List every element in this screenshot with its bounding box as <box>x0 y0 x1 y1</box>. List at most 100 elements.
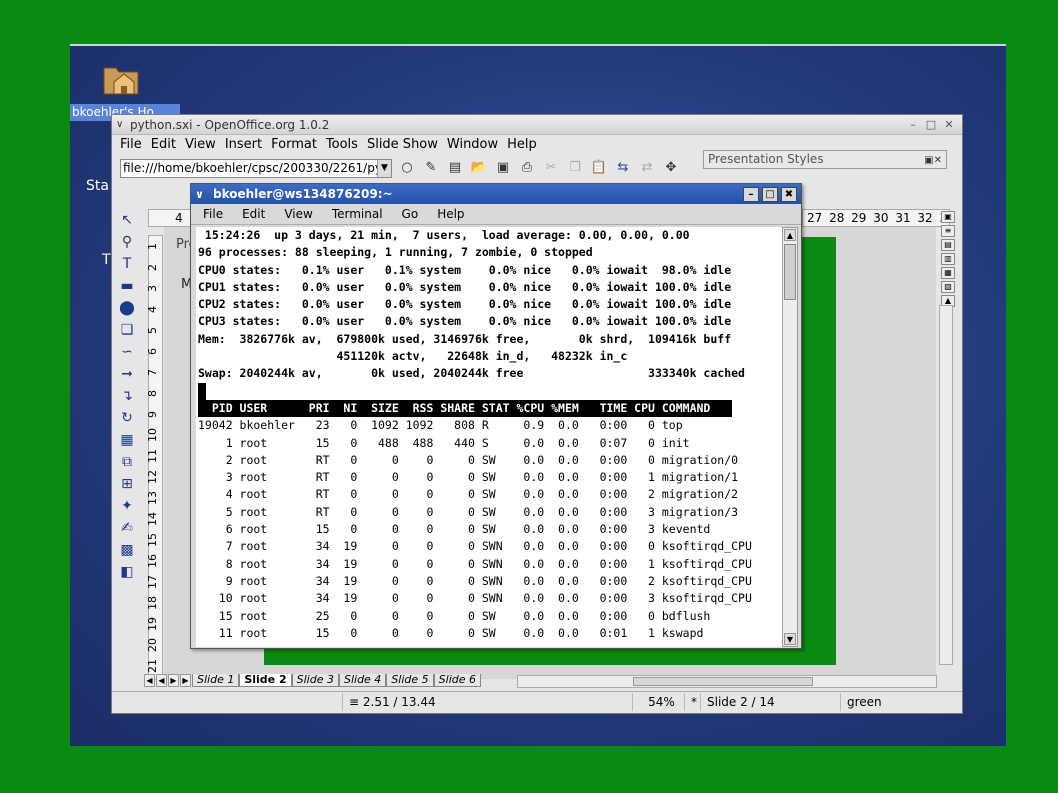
scroll-thumb[interactable] <box>633 677 813 686</box>
menu-tools[interactable]: Tools <box>326 137 358 152</box>
terminal-menu-go[interactable]: Go <box>402 207 419 221</box>
handout-view-icon[interactable]: ▦ <box>941 267 955 279</box>
terminal-menu-terminal[interactable]: Terminal <box>332 207 383 221</box>
status-layout: green <box>840 692 952 711</box>
window-menu-chevron-icon[interactable]: ∨ <box>116 119 130 130</box>
presentation-styles-panel[interactable]: Presentation Styles ▣✕ <box>703 150 947 169</box>
next-slide-icon[interactable]: ▶ <box>168 674 179 687</box>
top-cpu0-line: CPU0 states: 0.1% user 0.1% system 0.0% … <box>198 262 732 277</box>
insert-icon[interactable]: ⊞ <box>118 475 136 493</box>
tab-slide-1[interactable]: Slide 1 <box>192 674 240 687</box>
home-folder-icon[interactable] <box>100 58 142 98</box>
url-dropdown-icon[interactable]: ▼ <box>377 159 391 177</box>
edit-file-icon[interactable]: ✎ <box>422 159 440 177</box>
terminal-menu-file[interactable]: File <box>203 207 223 221</box>
tab-slide-4[interactable]: Slide 4 <box>338 674 387 687</box>
rectangle-tool-icon[interactable]: ▬ <box>118 277 136 295</box>
slide-show-icon[interactable]: ◧ <box>118 563 136 581</box>
menu-file[interactable]: File <box>120 137 142 152</box>
tab-slide-6[interactable]: Slide 6 <box>433 674 481 687</box>
zoom-icon[interactable]: ⚲ <box>118 233 136 251</box>
menu-insert[interactable]: Insert <box>225 137 262 152</box>
menu-help[interactable]: Help <box>507 137 537 152</box>
tab-slide-2[interactable]: Slide 2 <box>239 674 292 687</box>
terminal-menu-view[interactable]: View <box>284 207 312 221</box>
panel-close-icon[interactable]: ▣✕ <box>924 152 942 169</box>
impress-titlebar[interactable]: ∨ python.sxi - OpenOffice.org 1.0.2 – □ … <box>112 115 962 135</box>
terminal-window-menu-icon[interactable]: ∨ <box>195 188 213 201</box>
terminal-minimize-icon[interactable]: – <box>743 186 759 202</box>
tab-slide-5[interactable]: Slide 5 <box>386 674 434 687</box>
curve-tool-icon[interactable]: ∽ <box>118 343 136 361</box>
3d-object-icon[interactable]: ❏ <box>118 321 136 339</box>
top-cpu1-line: CPU1 states: 0.0% user 0.0% system 0.0% … <box>198 279 732 294</box>
ellipse-tool-icon[interactable]: ⬤ <box>118 299 136 317</box>
terminal-cursor <box>198 382 206 400</box>
view-mode-icon[interactable]: ▣ <box>941 211 955 223</box>
menu-edit[interactable]: Edit <box>151 137 176 152</box>
terminal-titlebar[interactable]: ∨ bkoehler@ws134876209:~ – □ ✖ <box>191 184 801 204</box>
close-icon[interactable]: ✕ <box>942 118 956 132</box>
alignment-icon[interactable]: ▦ <box>118 431 136 449</box>
vertical-scrollbar[interactable] <box>939 305 953 665</box>
first-slide-icon[interactable]: ◀ <box>144 674 155 687</box>
tab-slide-3[interactable]: Slide 3 <box>291 674 339 687</box>
top-swap-line: Swap: 2040244k av, 0k used, 2040244k fre… <box>198 366 745 381</box>
undo-icon[interactable]: ⇆ <box>614 159 632 177</box>
rotate-icon[interactable]: ↻ <box>118 409 136 427</box>
maximize-icon[interactable]: □ <box>924 118 938 132</box>
terminal-scroll-thumb[interactable] <box>784 244 796 300</box>
process-row: 5 root RT 0 0 0 0 SW 0.0 0.0 0:00 3 migr… <box>198 504 739 519</box>
scroll-down-arrow-icon[interactable]: ▼ <box>784 633 796 645</box>
last-slide-icon[interactable]: ▶ <box>180 674 191 687</box>
notes-view-icon[interactable]: ▥ <box>941 253 955 265</box>
terminal-screen[interactable]: 15:24:26 up 3 days, 21 min, 7 users, loa… <box>196 227 782 647</box>
status-modified: * <box>684 692 700 711</box>
select-arrow-icon[interactable]: ↖ <box>118 211 136 229</box>
horizontal-ruler-right: 27 28 29 30 31 32 33 <box>802 209 950 227</box>
redo-icon[interactable]: ⇄ <box>638 159 656 177</box>
navigator-icon[interactable]: ✥ <box>662 159 680 177</box>
terminal-close-icon[interactable]: ✖ <box>781 186 797 202</box>
line-arrow-icon[interactable]: ➞ <box>118 365 136 383</box>
url-field[interactable]: file:///home/bkoehler/cpsc/200330/2261/p… <box>120 158 392 178</box>
menu-format[interactable]: Format <box>271 137 317 152</box>
process-row: 8 root 34 19 0 0 0 SWN 0.0 0.0 0:00 1 ks… <box>198 556 752 571</box>
terminal-menu-edit[interactable]: Edit <box>242 207 265 221</box>
slide-view-icon[interactable]: ▤ <box>941 239 955 251</box>
prev-slide-icon[interactable]: ◀ <box>156 674 167 687</box>
menu-view[interactable]: View <box>185 137 216 152</box>
sorter-view-icon[interactable]: ▧ <box>941 281 955 293</box>
effects-icon[interactable]: ✦ <box>118 497 136 515</box>
stop-icon[interactable]: ○ <box>398 159 416 177</box>
styles-panel-title: Presentation Styles <box>708 152 824 166</box>
top-uptime-line: 15:24:26 up 3 days, 21 min, 7 users, loa… <box>198 228 690 242</box>
vertical-ruler: 123 456 789 10 11 12 13 14 15 16 17 18 19 20 21 <box>146 235 163 680</box>
horizontal-scrollbar[interactable] <box>517 675 937 688</box>
terminal-maximize-icon[interactable]: □ <box>762 186 778 202</box>
process-row: 2 root RT 0 0 0 0 SW 0.0 0.0 0:00 0 migr… <box>198 452 739 467</box>
save-icon[interactable]: ▣ <box>494 159 512 177</box>
terminal-menu-help[interactable]: Help <box>437 207 464 221</box>
menu-slide-show[interactable]: Slide Show <box>367 137 438 152</box>
menu-window[interactable]: Window <box>447 137 498 152</box>
minimize-icon[interactable]: – <box>906 118 920 132</box>
terminal-scrollbar[interactable]: ▲ ▼ <box>782 227 798 647</box>
3d-effects-icon[interactable]: ▩ <box>118 541 136 559</box>
outline-view-icon[interactable]: ≡ <box>941 225 955 237</box>
print-icon[interactable]: ⎙ <box>518 159 536 177</box>
connector-icon[interactable]: ↴ <box>118 387 136 405</box>
status-zoom[interactable]: 54% <box>632 692 684 711</box>
paste-icon[interactable]: 📋 <box>590 159 608 177</box>
new-document-icon[interactable]: ▤ <box>446 159 464 177</box>
scroll-up-arrow-icon[interactable]: ▲ <box>784 229 796 241</box>
cut-icon[interactable]: ✂ <box>542 159 560 177</box>
top-processes-line: 96 processes: 88 sleeping, 1 running, 7 … <box>198 245 593 260</box>
arrange-icon[interactable]: ⧉ <box>118 453 136 471</box>
open-folder-icon[interactable]: 📂 <box>470 159 488 177</box>
interaction-icon[interactable]: ✍ <box>118 519 136 537</box>
copy-icon[interactable]: ❐ <box>566 159 584 177</box>
process-row: 11 root 15 0 0 0 0 SW 0.0 0.0 0:01 1 ksw… <box>198 625 704 640</box>
desktop-icon-label-start: Sta <box>86 178 109 194</box>
text-tool-icon[interactable]: T <box>118 255 136 273</box>
